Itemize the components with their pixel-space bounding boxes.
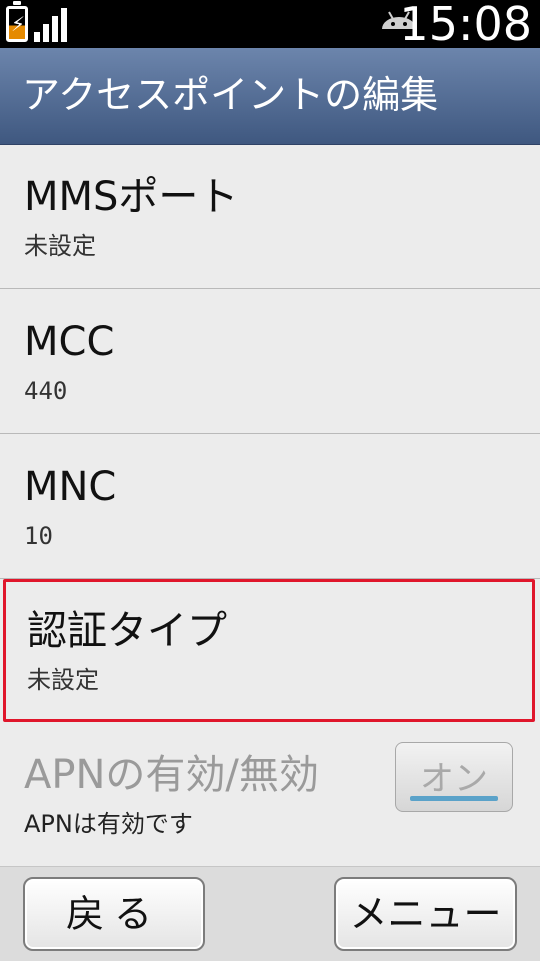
setting-mnc[interactable]: MNC 10 — [0, 435, 540, 579]
page-title: アクセスポイントの編集 — [22, 73, 439, 117]
setting-value: APNは有効です — [24, 810, 193, 838]
toggle-label: オン — [420, 759, 488, 799]
bottom-bar: 戻る メニュー — [0, 866, 540, 961]
setting-value: 未設定 — [24, 232, 96, 260]
setting-label: APNの有効/無効 — [24, 752, 319, 798]
battery-charging-icon: ⚡ — [6, 1, 28, 42]
status-bar: ⚡ 15:08 — [0, 0, 540, 51]
setting-auth-type[interactable]: 認証タイプ 未設定 — [3, 579, 535, 722]
setting-mms-port[interactable]: MMSポート 未設定 — [0, 145, 540, 289]
toggle-indicator — [410, 796, 498, 801]
setting-label: MCC — [24, 319, 115, 365]
title-bar: アクセスポイントの編集 — [0, 48, 540, 145]
setting-label: MNC — [24, 464, 117, 510]
setting-label: MMSポート — [24, 174, 239, 220]
setting-value: 未設定 — [27, 666, 99, 694]
status-time: 15:08 — [399, 0, 532, 51]
setting-label: 認証タイプ — [27, 608, 227, 654]
setting-apn-enable[interactable]: APNの有効/無効 APNは有効です オン — [0, 725, 540, 869]
setting-value: 10 — [24, 522, 53, 550]
setting-value: 440 — [24, 377, 68, 405]
apn-toggle-button[interactable]: オン — [395, 742, 513, 812]
setting-mcc[interactable]: MCC 440 — [0, 290, 540, 434]
menu-button[interactable]: メニュー — [334, 877, 517, 951]
back-button[interactable]: 戻る — [23, 877, 205, 951]
signal-strength-icon — [34, 6, 68, 42]
